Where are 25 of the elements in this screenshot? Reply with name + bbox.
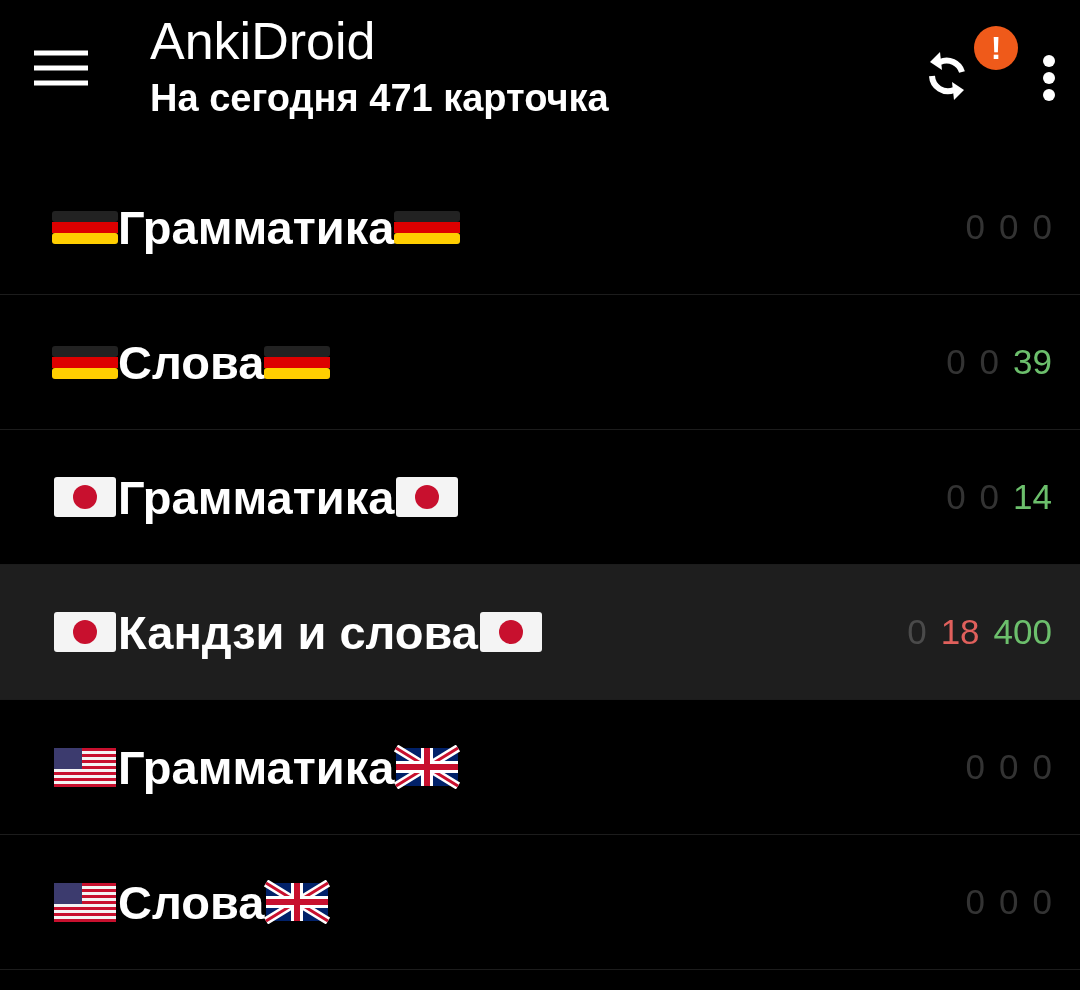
deck-name: Слова [118, 874, 265, 930]
more-options-icon [1042, 54, 1056, 102]
deck-name: Грамматика [118, 469, 395, 525]
card-count: 39 [1013, 342, 1052, 382]
deck-name: Грамматика [118, 199, 395, 255]
card-count: 14 [1013, 477, 1052, 517]
deck-name: Грамматика [118, 739, 395, 795]
deck-name: Кандзи и слова [118, 604, 478, 660]
more-options-button[interactable] [1042, 54, 1056, 102]
us-flag-icon [52, 745, 118, 789]
app-title: AnkiDroid [150, 11, 377, 72]
japanese-flag-icon [477, 610, 544, 654]
us-flag-icon [52, 880, 118, 924]
japanese-flag-icon [394, 475, 461, 519]
japanese-flag-icon [52, 475, 118, 519]
uk-flag-icon [394, 745, 461, 789]
uk-flag-icon [264, 880, 331, 924]
sync-warning-badge: ! [974, 26, 1018, 70]
menu-icon [34, 50, 88, 86]
japanese-flag-icon [52, 610, 118, 654]
cards-due-subtitle: На сегодня 471 карточка [150, 76, 610, 121]
card-count: 18 [940, 612, 980, 652]
menu-button[interactable] [34, 50, 88, 86]
card-count: 400 [993, 612, 1052, 652]
deck-name: Слова [118, 334, 265, 390]
